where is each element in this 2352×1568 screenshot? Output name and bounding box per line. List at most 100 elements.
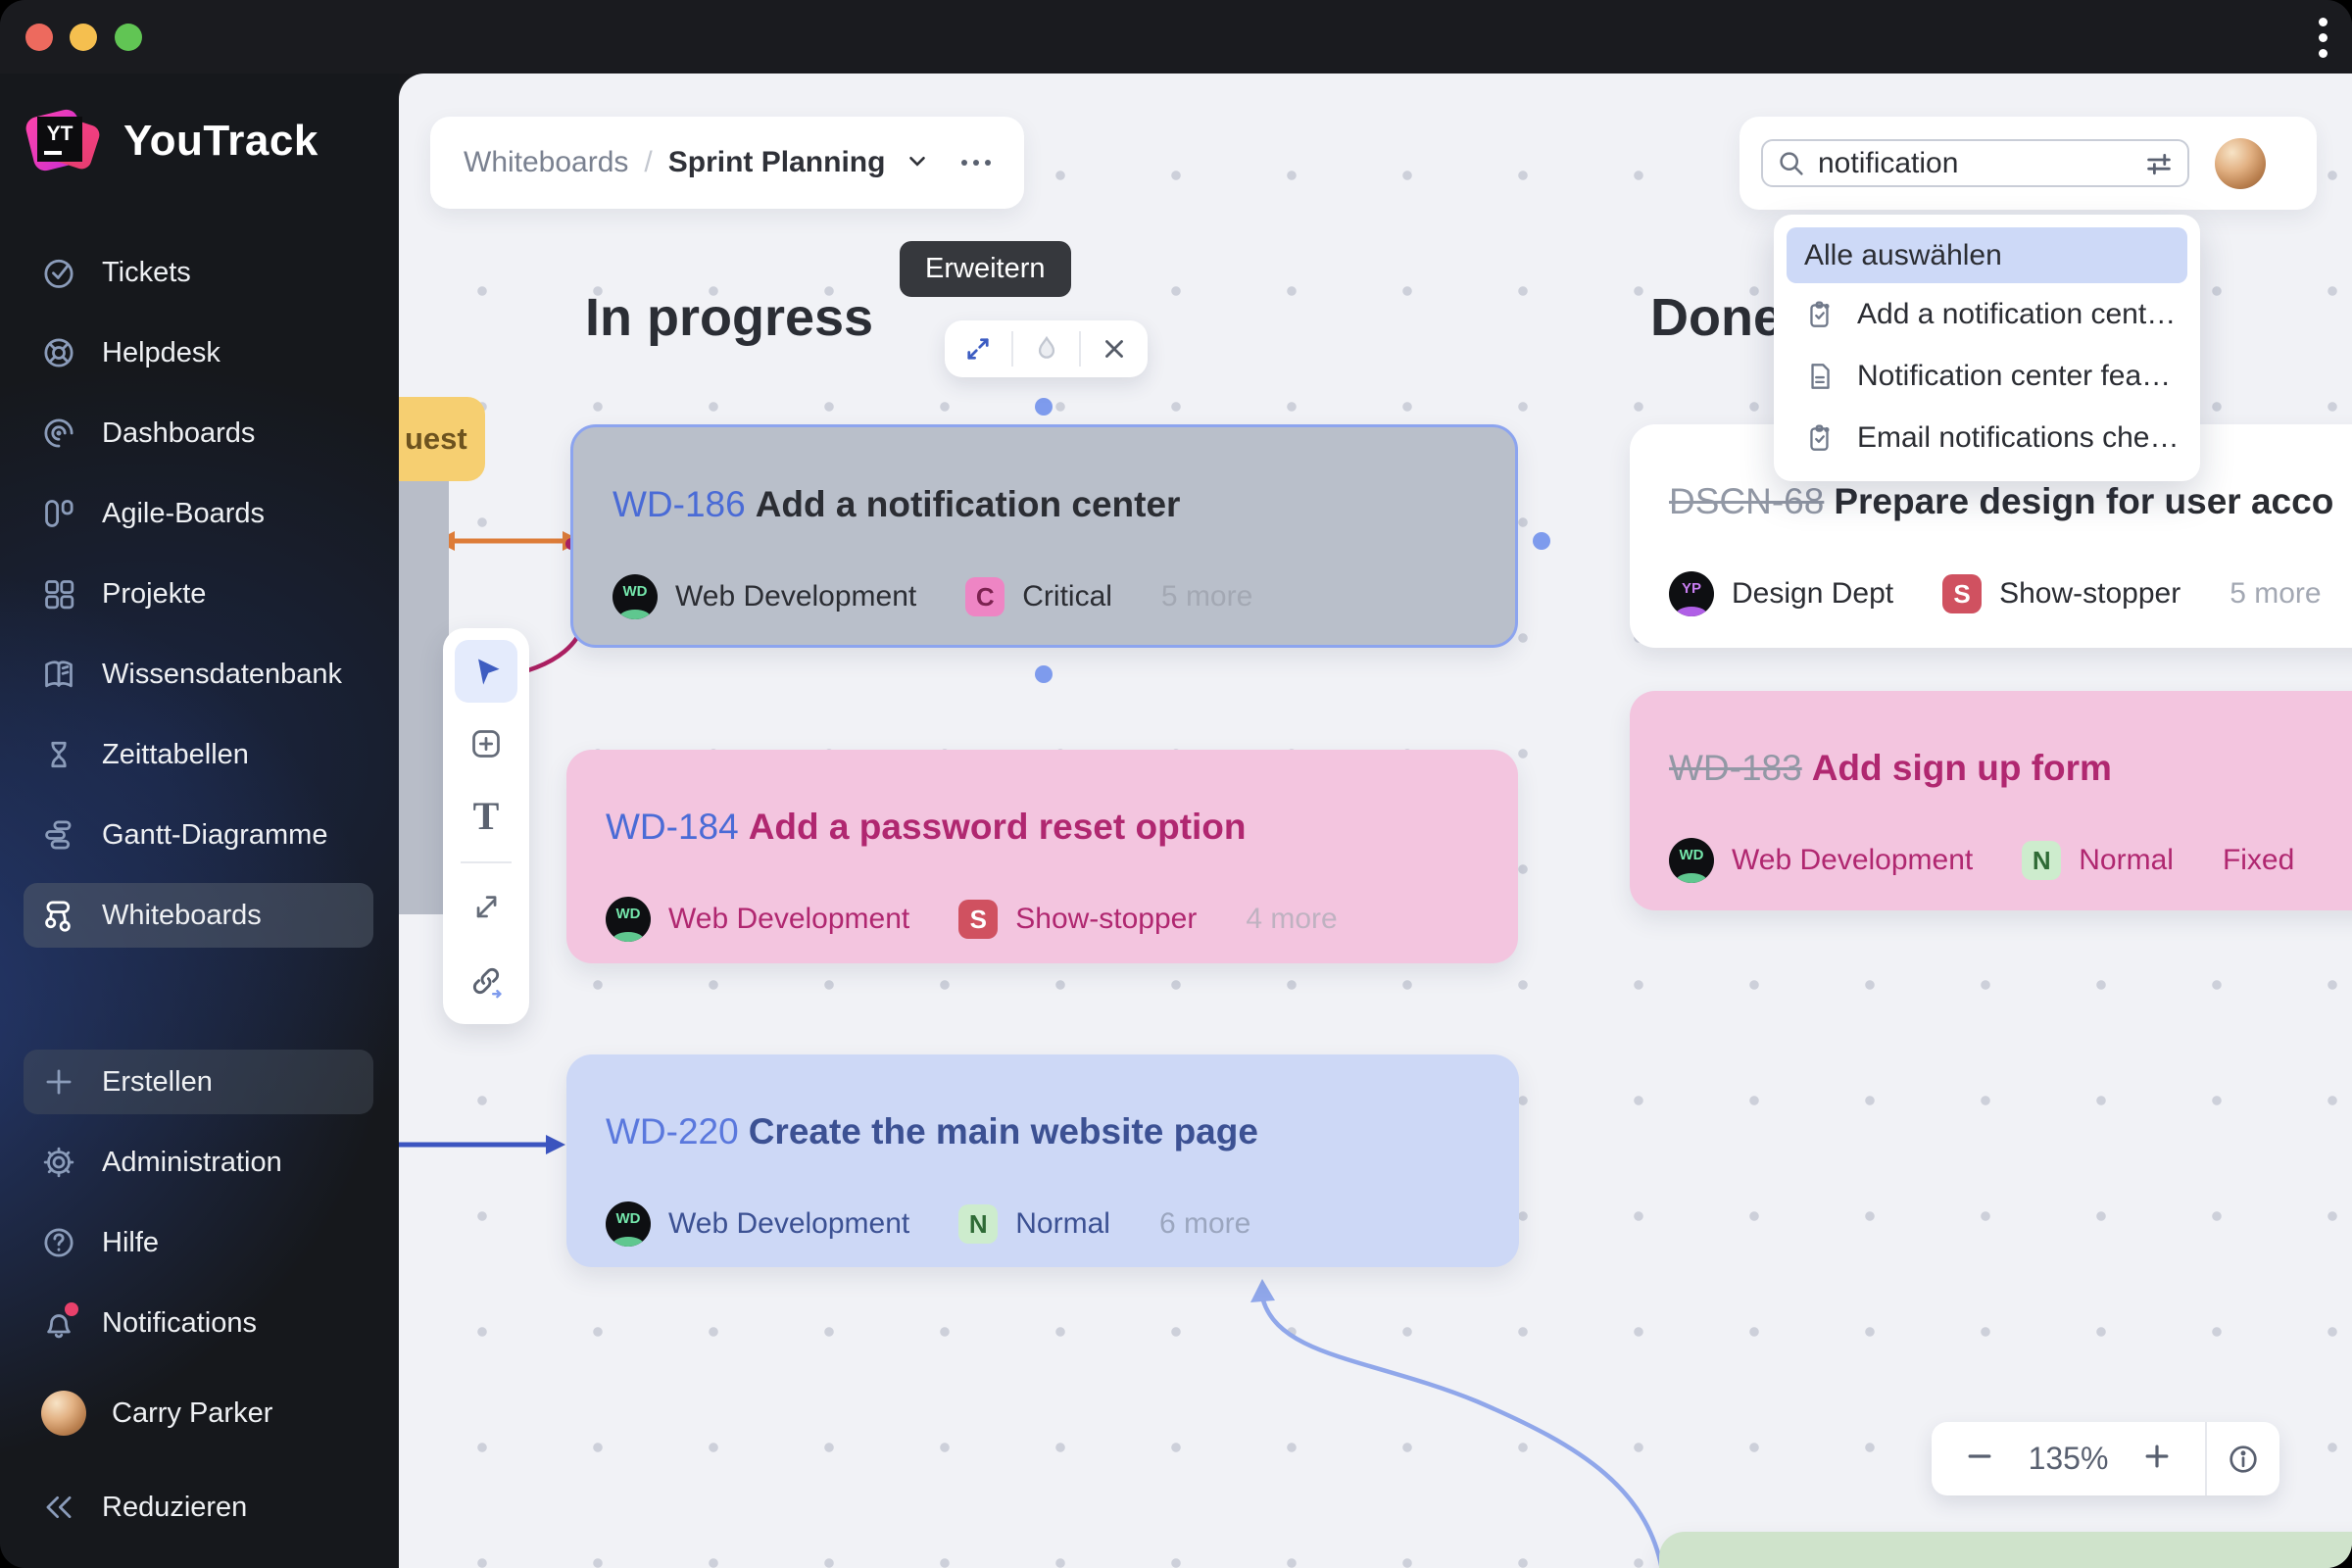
project-avatar-wd: WD xyxy=(606,897,651,942)
arrow-corner-icon xyxy=(476,896,497,918)
expand-button[interactable] xyxy=(945,320,1011,377)
task-clipboard-icon xyxy=(1810,424,1830,451)
sidebar-item-dashboards[interactable]: Dashboards xyxy=(24,401,373,466)
board-columns-icon xyxy=(41,496,76,531)
sidebar-item-wissensdatenbank[interactable]: Wissensdatenbank xyxy=(24,642,373,707)
sidebar-item-projekte[interactable]: Projekte xyxy=(24,562,373,626)
zoom-window-button[interactable] xyxy=(115,24,142,51)
tooltip: Erweitern xyxy=(900,241,1071,297)
card-wd-184[interactable]: WD-184 Add a password reset option WD Web… xyxy=(566,750,1518,963)
card-green-partial[interactable] xyxy=(1659,1532,2352,1568)
collapse-sidebar-button[interactable]: Reduzieren xyxy=(24,1475,373,1540)
flowchart-icon xyxy=(41,898,76,933)
search-icon xyxy=(1780,151,1803,175)
zoom-in-button[interactable] xyxy=(2141,1441,2173,1477)
text-tool-icon: T xyxy=(472,794,500,838)
notification-badge xyxy=(65,1302,78,1316)
chevron-down-icon[interactable] xyxy=(905,148,930,178)
priority-badge-critical: C xyxy=(965,577,1005,616)
partial-card[interactable] xyxy=(399,473,449,914)
card-mini-toolbar xyxy=(945,320,1148,377)
create-button[interactable]: Erstellen xyxy=(24,1050,373,1114)
youtrack-logo: YT YouTrack xyxy=(24,105,318,177)
sidebar-item-gantt-diagramme[interactable]: Gantt-Diagramme xyxy=(24,803,373,867)
sidebar-item-tickets[interactable]: Tickets xyxy=(24,240,373,305)
tool-palette: T xyxy=(443,628,529,1024)
zoom-out-button[interactable] xyxy=(1964,1441,1995,1477)
sidebar: YT YouTrack Tickets Helpdesk Dashboards … xyxy=(0,74,399,1568)
select-all-option[interactable]: Alle auswählen xyxy=(1787,227,2187,283)
board-options-button[interactable] xyxy=(961,160,992,166)
close-icon xyxy=(1105,340,1124,358)
bell-icon xyxy=(41,1302,78,1341)
add-node-tool-button[interactable] xyxy=(455,712,517,775)
sidebar-item-hilfe[interactable]: Hilfe xyxy=(24,1210,373,1275)
whiteboard-canvas[interactable]: In progress Done uest WD-186 Add a notifi… xyxy=(399,74,2352,1568)
close-window-button[interactable] xyxy=(25,24,53,51)
breadcrumb-current: Sprint Planning xyxy=(667,146,886,178)
task-clipboard-icon xyxy=(1810,301,1830,327)
sidebar-item-helpdesk[interactable]: Helpdesk xyxy=(24,320,373,385)
zoom-controls: 135% xyxy=(1932,1422,2279,1495)
connector-handle-right[interactable] xyxy=(1533,532,1550,550)
user-avatar xyxy=(41,1391,86,1436)
priority-badge-normal: N xyxy=(958,1204,999,1244)
grid-icon xyxy=(41,576,76,612)
lifebuoy-icon xyxy=(41,335,76,370)
sidebar-item-agile-boards[interactable]: Agile-Boards xyxy=(24,481,373,546)
app-title: YouTrack xyxy=(123,117,318,165)
breadcrumb-root[interactable]: Whiteboards xyxy=(464,146,628,179)
info-icon xyxy=(2230,1445,2257,1473)
hourglass-icon xyxy=(41,737,76,772)
card-wd-220[interactable]: WD-220 Create the main website page WD We… xyxy=(566,1054,1519,1267)
connector-handle-top[interactable] xyxy=(1035,398,1053,416)
connector-tool-button[interactable] xyxy=(455,877,517,940)
plus-icon xyxy=(2145,1445,2169,1468)
sidebar-item-whiteboards[interactable]: Whiteboards xyxy=(24,883,373,948)
breadcrumb: Whiteboards / Sprint Planning xyxy=(430,117,1025,209)
text-tool-button[interactable]: T xyxy=(455,785,517,848)
card-wd-186[interactable]: WD-186 Add a notification center WD Web D… xyxy=(570,424,1518,648)
search-result-item[interactable]: Email notifications che… xyxy=(1787,407,2187,468)
info-button[interactable] xyxy=(2207,1422,2279,1495)
sidebar-item-zeittabellen[interactable]: Zeittabellen xyxy=(24,722,373,787)
close-button[interactable] xyxy=(1081,320,1148,377)
minus-icon xyxy=(1968,1454,1991,1458)
search-container: notification xyxy=(1740,117,2317,210)
column-title-in-progress: In progress xyxy=(585,288,874,347)
filter-sliders-icon[interactable] xyxy=(2144,149,2174,178)
minimize-window-button[interactable] xyxy=(70,24,97,51)
user-profile[interactable]: Carry Parker xyxy=(24,1381,373,1446)
connector-handle-bottom[interactable] xyxy=(1035,665,1053,683)
project-avatar-wd: WD xyxy=(1669,838,1714,883)
color-button[interactable] xyxy=(1013,320,1080,377)
double-chevron-left-icon xyxy=(41,1490,76,1525)
search-result-item[interactable]: Notification center fea… xyxy=(1787,345,2187,407)
spiral-icon xyxy=(41,416,76,451)
expand-icon xyxy=(967,338,989,360)
user-avatar-small[interactable] xyxy=(2215,137,2266,189)
sidebar-item-administration[interactable]: Administration xyxy=(24,1130,373,1195)
link-icon xyxy=(472,967,502,999)
search-input[interactable]: notification xyxy=(1761,139,2189,187)
sidebar-item-notifications[interactable]: Notifications xyxy=(24,1291,373,1355)
search-result-item[interactable]: Add a notification cent… xyxy=(1787,283,2187,345)
question-circle-icon xyxy=(41,1225,76,1260)
plus-icon xyxy=(41,1064,76,1100)
gear-icon xyxy=(41,1145,76,1180)
kebab-menu-icon[interactable] xyxy=(2319,18,2328,61)
article-icon xyxy=(1811,363,1830,389)
title-bar xyxy=(0,0,2352,74)
plus-square-icon xyxy=(472,730,500,758)
book-icon xyxy=(41,657,76,692)
youtrack-logo-icon: YT xyxy=(24,105,102,177)
search-results-dropdown: Alle auswählen Add a notification cent… … xyxy=(1774,215,2200,481)
link-tool-button[interactable] xyxy=(455,950,517,1012)
card-wd-183[interactable]: WD-183 Add sign up form WD Web Developmen… xyxy=(1630,691,2352,910)
gantt-icon xyxy=(41,817,76,853)
palette-divider xyxy=(461,861,512,863)
select-tool-button[interactable] xyxy=(455,640,517,703)
project-avatar-wd: WD xyxy=(606,1201,651,1247)
partial-sticky-note[interactable]: uest xyxy=(399,397,485,481)
search-value: notification xyxy=(1818,146,1959,179)
